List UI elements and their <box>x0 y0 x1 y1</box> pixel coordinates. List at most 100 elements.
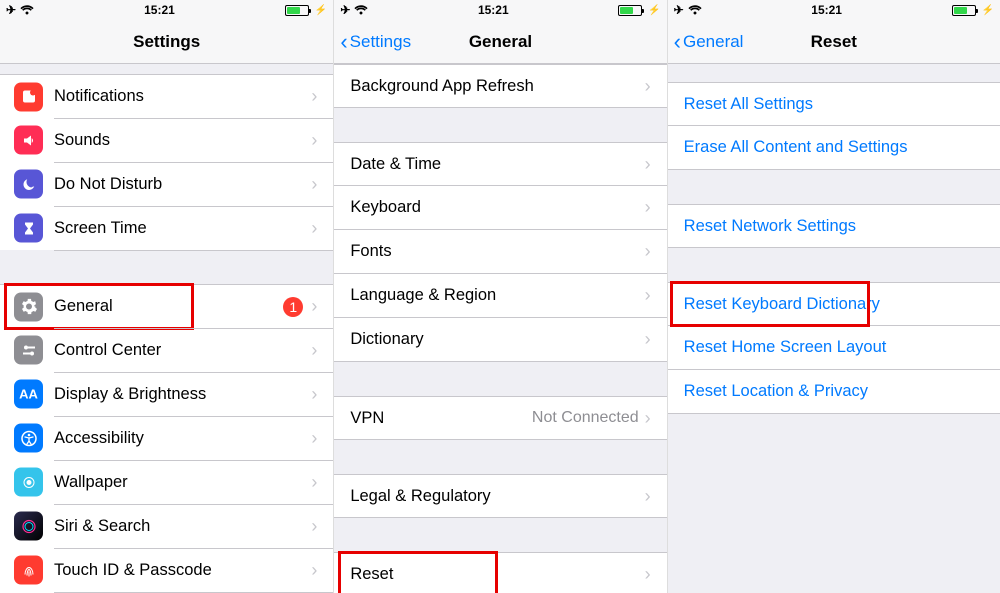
chevron-right-icon: › <box>311 296 317 317</box>
status-time: 15:21 <box>144 3 175 17</box>
row-display[interactable]: AA Display & Brightness › <box>0 372 333 416</box>
gear-icon <box>14 292 43 321</box>
status-time: 15:21 <box>811 3 842 17</box>
row-label: Wallpaper <box>54 473 311 492</box>
status-bar: ✈ 15:21 ⚡ <box>334 0 666 20</box>
page-title: Settings <box>133 32 200 52</box>
row-sounds[interactable]: Sounds › <box>0 118 333 162</box>
nav-bar: Settings <box>0 20 333 64</box>
chevron-right-icon: › <box>645 76 651 97</box>
row-label: Reset Location & Privacy <box>684 382 984 401</box>
chevron-right-icon: › <box>311 86 317 107</box>
row-label: General <box>54 297 283 316</box>
row-general[interactable]: General 1 › <box>0 284 333 328</box>
row-label: Keyboard <box>350 198 644 217</box>
row-label: Reset All Settings <box>684 95 984 114</box>
wifi-icon <box>354 5 368 15</box>
row-label: Erase All Content and Settings <box>684 138 984 157</box>
charging-icon: ⚡ <box>315 5 327 16</box>
status-bar: ✈ 15:21 ⚡ <box>668 0 1000 20</box>
chevron-right-icon: › <box>645 486 651 507</box>
row-label: Reset <box>350 565 644 584</box>
nav-bar: ‹ General Reset <box>668 20 1000 64</box>
chevron-right-icon: › <box>311 174 317 195</box>
chevron-right-icon: › <box>311 472 317 493</box>
battery-icon <box>618 5 642 16</box>
moon-icon <box>14 170 43 199</box>
row-label: Background App Refresh <box>350 77 644 96</box>
charging-icon: ⚡ <box>982 5 994 16</box>
row-label: Touch ID & Passcode <box>54 561 311 580</box>
row-label: Reset Home Screen Layout <box>684 338 984 357</box>
switches-icon <box>14 336 43 365</box>
row-reset-network[interactable]: Reset Network Settings <box>668 204 1000 248</box>
back-button[interactable]: ‹ General <box>674 20 744 64</box>
page-title: General <box>469 32 532 52</box>
wifi-icon <box>20 5 34 15</box>
screen-settings: ✈ 15:21 ⚡ Settings Notifications › <box>0 0 333 593</box>
sounds-icon <box>14 126 43 155</box>
chevron-right-icon: › <box>645 285 651 306</box>
text-size-icon: AA <box>14 380 43 409</box>
chevron-right-icon: › <box>645 564 651 585</box>
row-label: Siri & Search <box>54 517 311 536</box>
row-erase-all[interactable]: Erase All Content and Settings <box>668 126 1000 170</box>
chevron-right-icon: › <box>645 408 651 429</box>
accessibility-icon <box>14 424 43 453</box>
row-label: Date & Time <box>350 155 644 174</box>
row-reset-home[interactable]: Reset Home Screen Layout <box>668 326 1000 370</box>
row-bg-refresh[interactable]: Background App Refresh › <box>334 64 666 108</box>
row-reset[interactable]: Reset › <box>334 552 666 593</box>
battery-icon <box>285 5 309 16</box>
row-label: Accessibility <box>54 429 311 448</box>
row-label: Display & Brightness <box>54 385 311 404</box>
row-reset-keyboard[interactable]: Reset Keyboard Dictionary <box>668 282 1000 326</box>
row-label: Legal & Regulatory <box>350 487 644 506</box>
screen-general: ✈ 15:21 ⚡ ‹ Settings General Background … <box>333 0 666 593</box>
row-reset-all[interactable]: Reset All Settings <box>668 82 1000 126</box>
chevron-right-icon: › <box>311 218 317 239</box>
row-label: Notifications <box>54 87 311 106</box>
back-button[interactable]: ‹ Settings <box>340 20 411 64</box>
back-label: Settings <box>350 32 411 52</box>
chevron-right-icon: › <box>311 130 317 151</box>
page-title: Reset <box>811 32 857 52</box>
row-dictionary[interactable]: Dictionary› <box>334 318 666 362</box>
chevron-right-icon: › <box>311 384 317 405</box>
chevron-right-icon: › <box>645 241 651 262</box>
row-label: Screen Time <box>54 219 311 238</box>
wifi-icon <box>688 5 702 15</box>
row-screentime[interactable]: Screen Time › <box>0 206 333 250</box>
row-label: Language & Region <box>350 286 644 305</box>
screen-reset: ✈ 15:21 ⚡ ‹ General Reset Reset All Sett… <box>667 0 1000 593</box>
row-label: Reset Network Settings <box>684 217 984 236</box>
row-datetime[interactable]: Date & Time› <box>334 142 666 186</box>
row-siri[interactable]: Siri & Search › <box>0 504 333 548</box>
chevron-right-icon: › <box>311 560 317 581</box>
row-accessibility[interactable]: Accessibility › <box>0 416 333 460</box>
row-label: Do Not Disturb <box>54 175 311 194</box>
hourglass-icon <box>14 214 43 243</box>
chevron-right-icon: › <box>645 154 651 175</box>
row-notifications[interactable]: Notifications › <box>0 74 333 118</box>
row-label: Fonts <box>350 242 644 261</box>
chevron-right-icon: › <box>311 516 317 537</box>
row-language[interactable]: Language & Region› <box>334 274 666 318</box>
airplane-icon: ✈ <box>674 3 684 17</box>
row-legal[interactable]: Legal & Regulatory› <box>334 474 666 518</box>
row-label: Sounds <box>54 131 311 150</box>
row-wallpaper[interactable]: Wallpaper › <box>0 460 333 504</box>
row-detail: Not Connected <box>532 409 639 427</box>
row-controlcenter[interactable]: Control Center › <box>0 328 333 372</box>
row-reset-location[interactable]: Reset Location & Privacy <box>668 370 1000 414</box>
row-vpn[interactable]: VPN Not Connected › <box>334 396 666 440</box>
chevron-right-icon: › <box>311 428 317 449</box>
row-label: Reset Keyboard Dictionary <box>684 295 984 314</box>
row-keyboard[interactable]: Keyboard› <box>334 186 666 230</box>
row-fonts[interactable]: Fonts› <box>334 230 666 274</box>
row-dnd[interactable]: Do Not Disturb › <box>0 162 333 206</box>
chevron-right-icon: › <box>645 329 651 350</box>
battery-icon <box>952 5 976 16</box>
row-touchid[interactable]: Touch ID & Passcode › <box>0 548 333 592</box>
row-label: VPN <box>350 409 532 428</box>
